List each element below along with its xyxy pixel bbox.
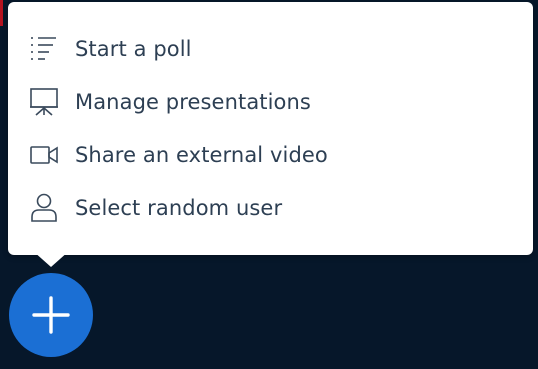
plus-icon — [32, 296, 70, 334]
menu-item-label: Share an external video — [75, 142, 328, 167]
edge-accent — [0, 0, 3, 26]
actions-fab-button[interactable] — [9, 273, 93, 357]
actions-dropdown-menu: Start a poll Manage presentations Share … — [8, 2, 533, 255]
menu-item-label: Start a poll — [75, 36, 192, 61]
menu-item-label: Select random user — [75, 195, 283, 220]
menu-pointer-arrow — [33, 251, 69, 267]
user-icon — [28, 192, 60, 224]
menu-item-select-random-user[interactable]: Select random user — [28, 181, 328, 234]
menu-item-start-poll[interactable]: Start a poll — [28, 22, 328, 75]
menu-item-label: Manage presentations — [75, 89, 311, 114]
list-icon — [28, 33, 60, 65]
actions-menu-list: Start a poll Manage presentations Share … — [28, 22, 328, 234]
video-camera-icon — [28, 139, 60, 171]
app-stage: Start a poll Manage presentations Share … — [0, 0, 538, 369]
menu-item-share-external-video[interactable]: Share an external video — [28, 128, 328, 181]
menu-item-manage-presentations[interactable]: Manage presentations — [28, 75, 328, 128]
presentation-icon — [28, 86, 60, 118]
